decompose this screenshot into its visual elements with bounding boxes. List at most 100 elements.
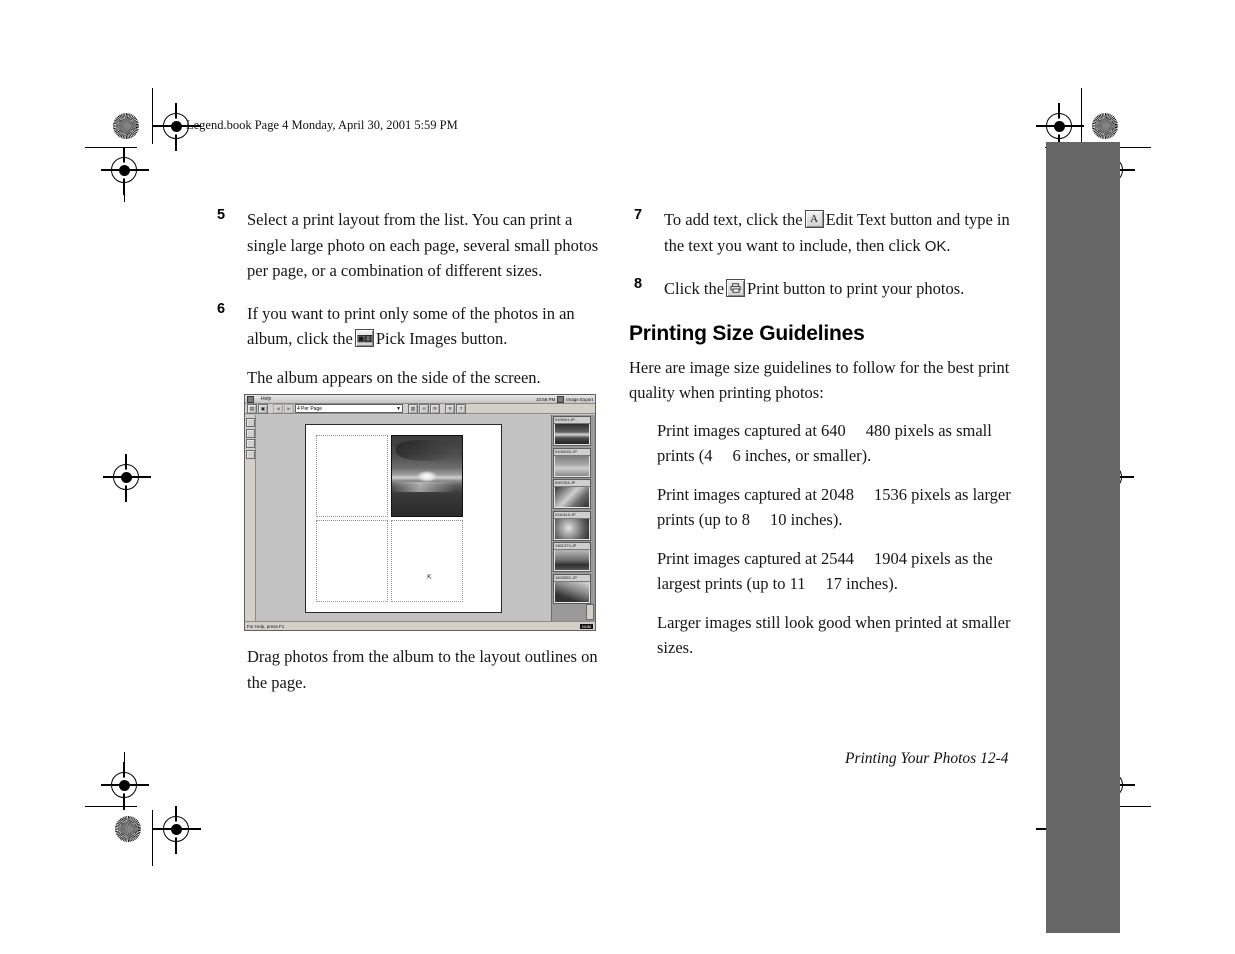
thumbnail-filename: 0110110.JP	[554, 511, 590, 519]
edit-text-icon[interactable]: A	[804, 210, 824, 228]
album-note: The album appears on the side of the scr…	[247, 367, 541, 387]
layout-cell-empty[interactable]	[316, 519, 388, 602]
step-text-before: To add text, click the	[664, 210, 803, 229]
crop-mark-line	[152, 810, 154, 866]
figure-status-bar: For Help, press F1 NUM	[245, 621, 595, 630]
section-heading: Printing Size Guidelines	[629, 321, 865, 345]
left-column: 5 Select a print layout from the list. Y…	[212, 207, 604, 404]
thumbnail-image	[555, 581, 589, 602]
thumbnail-image	[555, 487, 589, 507]
thumb-tab-bar	[1046, 142, 1120, 933]
figure-window-title: Help	[261, 395, 272, 403]
bullet-part-3: 10 inches).	[770, 510, 843, 529]
album-thumbnail[interactable]: 01091H.JP...	[553, 416, 591, 446]
back-button[interactable]: ◀	[273, 403, 283, 414]
clock-label: 10:58 PM	[535, 396, 556, 402]
list-item: Print images captured at 2048 1536 pixels…	[629, 482, 1021, 533]
album-thumbnail[interactable]: 140290C.JP	[553, 573, 591, 604]
step-5: 5 Select a print layout from the list. Y…	[212, 207, 604, 284]
help-button[interactable]: ?	[456, 403, 466, 414]
step-8: 8 Click the Print button to print your ph…	[629, 276, 1021, 302]
select-tool[interactable]	[245, 418, 255, 427]
crop-mark-line	[85, 147, 137, 149]
layout-combo[interactable]: 4 Per Page ▼	[295, 404, 403, 413]
album-thumbnail-strip[interactable]: 01091H.JP... 010901D.JP 0007I03.JP 01101…	[551, 415, 595, 621]
page-sheet: ⇱	[305, 423, 502, 613]
guidelines-list: Print images captured at 640 480 pixels a…	[629, 418, 1021, 661]
registration-target	[101, 762, 149, 810]
drag-cursor-icon: ⇱	[426, 575, 432, 582]
forward-button[interactable]: ▶	[284, 403, 294, 414]
step-number: 7	[634, 207, 643, 223]
album-thumbnail[interactable]: 1301373.JP	[553, 542, 591, 572]
bullet-part-3: 6 inches, or smaller).	[732, 446, 872, 465]
bullet-part-1: Print images captured at 2544	[657, 548, 855, 568]
pick-images-button[interactable]: ▥	[408, 403, 418, 414]
layout-canvas[interactable]: ⇱	[256, 415, 551, 621]
status-right: NUM	[579, 623, 593, 629]
placed-photo-sunset[interactable]	[391, 434, 463, 517]
registration-target	[103, 454, 151, 502]
step-text: Click the Print button to print your phot…	[664, 276, 1021, 302]
bullet-part-3: 17 inches).	[825, 574, 898, 593]
bullet-part-1: Print images captured at 2048	[657, 484, 855, 504]
album-thumbnail[interactable]: 0110110.JP	[553, 510, 591, 541]
step-text-before: Click the	[664, 279, 725, 298]
density-patch	[1092, 113, 1118, 139]
bullet-part-1: Larger images still look good when print…	[657, 612, 1011, 658]
crop-tool[interactable]	[245, 449, 255, 459]
edit-text-button[interactable]: A	[419, 403, 429, 414]
thumbnail-image	[555, 518, 589, 539]
step-text: If you want to print only some of the ph…	[247, 301, 604, 352]
section-intro: Here are image size guidelines to follow…	[629, 357, 1010, 403]
open-button[interactable]: ▣	[258, 403, 268, 414]
step-7: 7 To add text, click the A Edit Text butto…	[629, 207, 1021, 259]
album-panel-icon	[557, 395, 565, 403]
delete-button[interactable]: ✕	[445, 403, 455, 414]
album-thumbnail[interactable]: 010901D.JP	[553, 447, 591, 478]
figure-caption: Drag photos from the album to the layout…	[247, 647, 598, 692]
step-text: To add text, click the A Edit Text button …	[664, 207, 1021, 259]
application-screenshot-figure: Help 10:58 PM Image Export ▤ ▣ ◀ ▶ 4 Per…	[244, 394, 596, 631]
figure-body: ⇱ 01091H.JP... 010901D.JP 0007I03.JP 011	[245, 415, 595, 621]
thumbnail-filename: 1301373.JP	[554, 543, 590, 550]
crop-mark-line	[1081, 88, 1083, 144]
pick-images-icon[interactable]: ▣▥	[354, 329, 374, 347]
status-text: For Help, press F1	[247, 623, 285, 629]
layout-cell-empty[interactable]	[316, 434, 388, 517]
step-text: Select a print layout from the list. You…	[247, 210, 599, 280]
print-icon[interactable]	[726, 279, 746, 297]
album-thumbnail[interactable]: 0007I03.JP	[553, 479, 591, 509]
system-menu-icon[interactable]	[247, 395, 254, 403]
album-scrollbar[interactable]	[586, 604, 594, 620]
layout-cell-empty[interactable]	[391, 519, 463, 602]
registration-target	[101, 147, 149, 195]
registration-target	[153, 806, 201, 854]
layout-combo-value: 4 Per Page	[297, 405, 323, 412]
figure-titlebar-right: 10:58 PM Image Export	[536, 395, 593, 403]
right-column: 7 To add text, click the A Edit Text butto…	[629, 207, 1021, 674]
thumbnail-image	[555, 550, 589, 570]
thumbnail-filename: 01091H.JP...	[554, 417, 590, 424]
rotate-button[interactable]: ⟳	[430, 403, 440, 414]
crop-mark-line	[152, 88, 154, 144]
hand-tool[interactable]	[245, 439, 255, 448]
bullet-part-1: Print images captured at 640	[657, 420, 846, 440]
thumbnail-image	[555, 455, 589, 476]
figure-toolbar: ▤ ▣ ◀ ▶ 4 Per Page ▼ ▥ A ⟳ ✕ ?	[245, 403, 595, 414]
new-button[interactable]: ▤	[247, 403, 257, 414]
thumbnail-filename: 010901D.JP	[554, 448, 590, 456]
thumbnail-filename: 0007I03.JP	[554, 480, 590, 487]
running-header: Legend.book Page 4 Monday, April 30, 200…	[186, 118, 458, 132]
zoom-tool[interactable]	[245, 428, 255, 438]
list-item: Print images captured at 640 480 pixels a…	[629, 418, 1021, 469]
figure-titlebar: Help 10:58 PM Image Export	[245, 395, 595, 404]
density-patch	[113, 113, 139, 139]
page-footer: Printing Your Photos 12-4	[845, 750, 1009, 767]
list-item: Print images captured at 2544 1904 pixels…	[629, 546, 1021, 597]
status-badge: NUM	[579, 623, 593, 629]
registration-target	[1036, 103, 1084, 151]
thumbnail-filename: 140290C.JP	[554, 574, 590, 582]
manual-page: Legend.book Page 4 Monday, April 30, 200…	[0, 0, 1235, 954]
list-item: Larger images still look good when print…	[629, 610, 1021, 661]
